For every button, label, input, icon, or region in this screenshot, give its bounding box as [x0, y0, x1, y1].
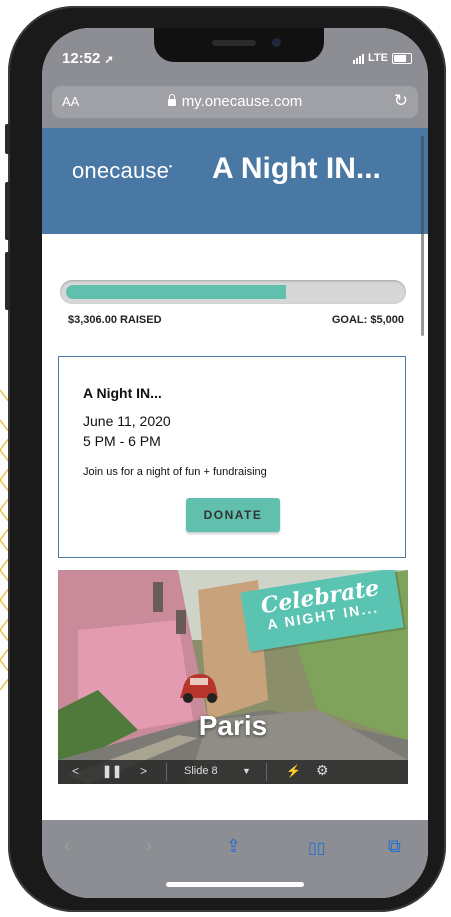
volume-up-button [5, 182, 10, 240]
status-time: 12:52 ➚ [62, 50, 114, 67]
mute-switch [5, 124, 10, 154]
lock-icon [167, 94, 176, 106]
progress-fill [66, 285, 286, 299]
event-card: A Night IN... June 11, 2020 5 PM - 6 PM … [58, 356, 406, 558]
reload-icon[interactable]: ↻ [394, 91, 408, 111]
prev-icon[interactable]: < [72, 764, 79, 778]
forward-icon[interactable]: › [146, 836, 152, 857]
url-field[interactable]: my.onecause.com [52, 93, 418, 110]
event-title: A Night IN... [83, 385, 162, 401]
dropdown-icon[interactable]: ▼ [242, 766, 251, 776]
network-label: LTE [368, 52, 388, 64]
lightning-icon[interactable]: ⚡ [286, 764, 301, 778]
back-icon[interactable]: ‹ [64, 836, 70, 857]
progress-bar [60, 280, 406, 304]
next-icon[interactable]: > [140, 764, 147, 778]
url-text: my.onecause.com [181, 93, 303, 110]
tabs-icon[interactable]: ⧉ [388, 836, 401, 857]
slideshow[interactable]: Celebrate A NIGHT IN... Paris < ❚❚ > Sli… [58, 570, 408, 784]
signal-icon [353, 53, 365, 64]
header-banner: onecause• A Night IN... [42, 128, 428, 234]
event-date: June 11, 2020 [83, 413, 171, 429]
notch [154, 28, 324, 62]
donate-button[interactable]: DONATE [186, 498, 280, 532]
scrollbar[interactable] [421, 136, 424, 336]
pause-icon[interactable]: ❚❚ [102, 764, 122, 778]
event-time: 5 PM - 6 PM [83, 433, 161, 449]
address-bar[interactable]: AA my.onecause.com ↻ [52, 86, 418, 118]
volume-down-button [5, 252, 10, 310]
bookmarks-icon[interactable]: ▯▯ [308, 838, 326, 858]
share-icon[interactable]: ⇪ [226, 836, 241, 857]
phone-frame: 12:52 ➚ LTE AA my.onecause.com ↻ onecaus… [5, 6, 446, 912]
brand-logo: onecause• [72, 158, 173, 183]
status-indicators: LTE [353, 52, 412, 64]
location-arrow-icon: ➚ [104, 54, 114, 66]
goal-amount: GOAL: $5,000 [331, 314, 404, 326]
slide-select[interactable]: Slide 8 [184, 765, 218, 777]
safari-toolbar: ‹ › ⇪ ▯▯ ⧉ [42, 820, 428, 898]
event-description: Join us for a night of fun + fundraising [83, 466, 267, 478]
home-indicator [166, 882, 304, 887]
raised-amount: $3,306.00 RAISED [68, 314, 162, 326]
slide-caption: Paris [198, 710, 268, 741]
battery-icon [392, 52, 412, 64]
screen: 12:52 ➚ LTE AA my.onecause.com ↻ onecaus… [42, 28, 428, 898]
header-event-name: A Night IN... [212, 152, 381, 185]
slideshow-controls: < ❚❚ > Slide 8 ▼ ⚡ ⚙ [58, 760, 408, 784]
gear-icon[interactable]: ⚙ [316, 762, 329, 779]
